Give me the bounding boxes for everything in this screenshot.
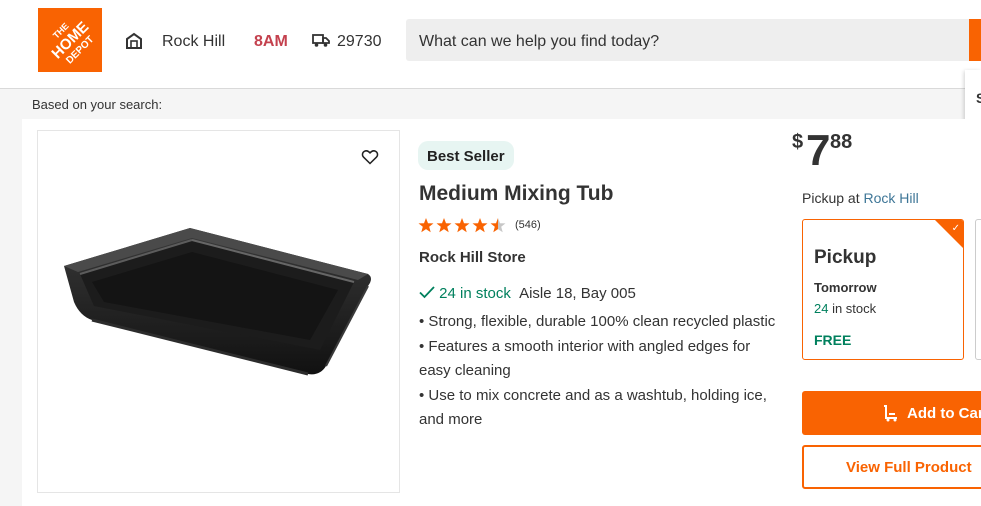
search-input[interactable]: What can we help you find today? <box>406 19 970 61</box>
stock-status-row: 24 in stock Aisle 18, Bay 005 <box>419 285 636 302</box>
add-to-cart-button[interactable]: Add to Cart <box>802 391 981 435</box>
product-feature-list: • Strong, flexible, durable 100% clean r… <box>419 310 779 433</box>
cart-icon <box>884 405 897 422</box>
site-header: THE HOME DEPOT Rock Hill 8AM 29730 What … <box>0 0 981 89</box>
delivery-option-card[interactable] <box>975 219 981 360</box>
price-currency: $ <box>792 131 804 153</box>
view-full-product-label: View Full Product <box>846 459 972 476</box>
section-label: Based on your search: <box>32 97 163 112</box>
pickup-store-link[interactable]: Rock Hill <box>863 190 918 206</box>
check-icon: ✓ <box>951 223 960 234</box>
pickup-option-heading: Pickup <box>814 247 877 268</box>
feature-bullet: • Use to mix concrete and as a washtub, … <box>419 386 767 429</box>
pickup-at-label: Pickup at <box>802 190 860 206</box>
view-full-product-button[interactable]: View Full Product <box>802 445 981 489</box>
add-to-cart-label: Add to Cart <box>907 405 981 422</box>
truck-icon <box>312 34 330 47</box>
price-cents: 88 <box>830 131 853 153</box>
best-seller-badge: Best Seller <box>418 141 514 170</box>
pickup-option-price: FREE <box>814 332 852 348</box>
mixing-tub-image <box>64 228 371 376</box>
rating-count[interactable]: (546) <box>515 219 541 231</box>
pickup-location: Pickup at Rock Hill <box>802 190 919 206</box>
feature-bullet: • Strong, flexible, durable 100% clean r… <box>419 313 776 330</box>
delivery-zip-link[interactable]: 29730 <box>337 33 382 51</box>
pickup-option-stock: 24 in stock <box>814 301 876 316</box>
home-depot-logo[interactable]: THE HOME DEPOT <box>38 8 102 72</box>
pickup-option-date: Tomorrow <box>814 280 877 295</box>
store-name-link[interactable]: Rock Hill <box>162 33 225 51</box>
feature-bullet: • Features a smooth interior with angled… <box>419 337 751 380</box>
price-dollars: 7 <box>806 126 831 175</box>
search-placeholder: What can we help you find today? <box>419 33 660 50</box>
aisle-location: Aisle 18, Bay 005 <box>519 285 636 302</box>
product-title[interactable]: Medium Mixing Tub <box>419 182 613 206</box>
product-store-name: Rock Hill Store <box>419 249 526 266</box>
search-button[interactable] <box>969 19 981 61</box>
stock-count: 24 in stock <box>439 285 511 302</box>
floating-panel-heading: S <box>976 90 981 106</box>
store-hours: 8AM <box>254 33 288 50</box>
rating-stars[interactable] <box>418 216 510 234</box>
pickup-stock-count: 24 <box>814 301 829 316</box>
pickup-option-card[interactable]: ✓ Pickup Tomorrow 24 in stock FREE <box>802 219 964 360</box>
heart-icon[interactable] <box>361 148 379 166</box>
checkmark-icon <box>419 286 435 299</box>
pickup-stock-suffix: in stock <box>828 301 877 316</box>
store-icon <box>126 32 142 49</box>
